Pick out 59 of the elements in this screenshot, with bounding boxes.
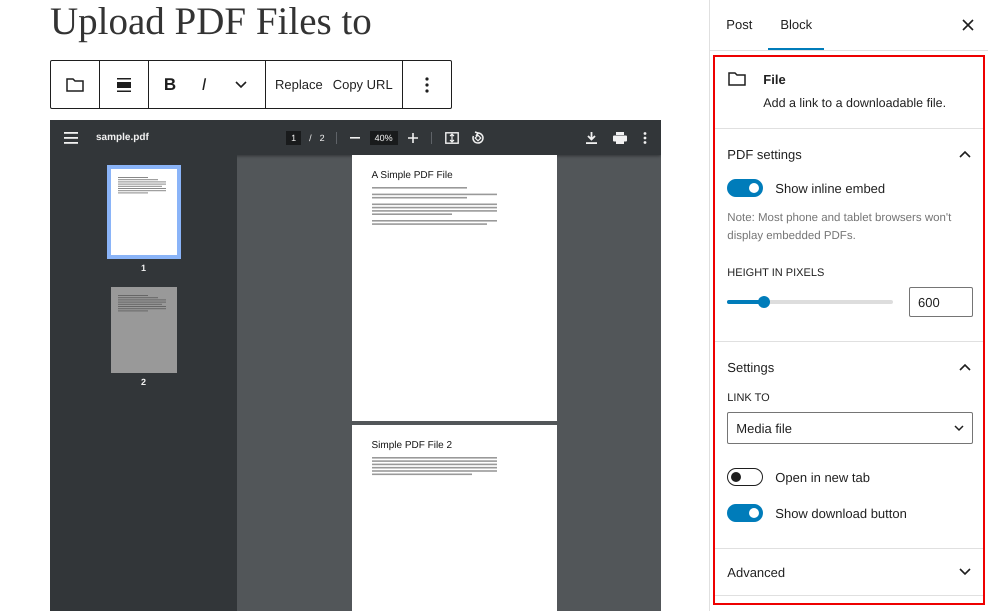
post-title[interactable]: Upload PDF Files to	[50, 0, 372, 44]
toggle-switch[interactable]	[727, 179, 764, 197]
more-vertical-icon	[642, 132, 647, 144]
close-icon	[962, 19, 974, 31]
page-heading: A Simple PDF File	[372, 170, 454, 181]
toggle-label: Open in new tab	[775, 470, 870, 484]
chevron-down-icon	[954, 424, 964, 432]
page-total: 2	[320, 132, 325, 142]
sidebar-tab[interactable]: Post	[714, 0, 764, 50]
toggle-switch[interactable]	[727, 468, 764, 486]
page-number: 2	[140, 377, 146, 387]
toolbar-button[interactable]: Copy URL	[328, 64, 398, 104]
field-label: HEIGHT IN PIXELS	[727, 267, 826, 279]
block-title: File	[763, 72, 787, 87]
more-button[interactable]	[640, 130, 649, 146]
thumbnail-text-drawing	[116, 175, 166, 195]
zoom-in-button[interactable]	[406, 130, 420, 144]
panel-header[interactable]: PDF settings	[715, 129, 983, 179]
minus-icon	[350, 136, 360, 138]
help-text: Note: Most phone and tablet browsers won't display embedded PDFs.	[727, 211, 952, 244]
zoom-field[interactable]: 40%	[370, 130, 398, 144]
page-number-field[interactable]: 1	[286, 130, 302, 144]
italic-button[interactable]: I	[187, 64, 221, 104]
thumbnail-text-drawing	[116, 293, 166, 313]
slider-thumb[interactable]	[758, 296, 770, 308]
download-button[interactable]	[584, 130, 599, 146]
number-field[interactable]: 600	[909, 287, 973, 317]
link-to-select[interactable]: Media file	[727, 412, 973, 444]
chevron-down-icon	[959, 568, 971, 576]
menu-icon	[64, 132, 78, 144]
print-button[interactable]	[610, 130, 629, 146]
chevron-up-icon	[959, 363, 971, 371]
align-icon	[115, 76, 133, 94]
toggle-label: Show inline embed	[775, 180, 886, 196]
panel-header[interactable]: Settings	[715, 342, 983, 392]
panel-header[interactable]: Advanced	[715, 549, 983, 595]
block-description: Add a link to a downloadable file.	[763, 96, 946, 110]
download-icon	[586, 132, 597, 144]
print-icon	[612, 132, 627, 144]
page-heading: Simple PDF File 2	[372, 440, 454, 451]
toggle-label: Show download button	[775, 506, 907, 520]
sidebar-tab[interactable]: Block	[768, 0, 824, 50]
file-name: sample.pdf	[96, 132, 149, 143]
fit-page-button[interactable]	[442, 130, 461, 146]
page-thumbnail[interactable]	[110, 287, 176, 373]
more-vertical-icon	[424, 76, 429, 92]
bold-button[interactable]: B	[153, 64, 187, 104]
plus-icon	[408, 132, 418, 142]
page-separator: /	[309, 132, 312, 142]
toggle-switch[interactable]	[727, 504, 764, 522]
chevron-up-icon	[959, 150, 971, 158]
page-thumbnail[interactable]	[106, 165, 180, 259]
menu-button[interactable]	[62, 130, 80, 146]
rotate-icon	[470, 130, 485, 144]
page-number: 1	[140, 263, 146, 273]
chevron-down-icon	[235, 80, 247, 88]
toolbar-button[interactable]: Replace	[270, 64, 328, 104]
fit-page-icon	[444, 132, 459, 144]
field-label: LINK TO	[727, 392, 771, 404]
